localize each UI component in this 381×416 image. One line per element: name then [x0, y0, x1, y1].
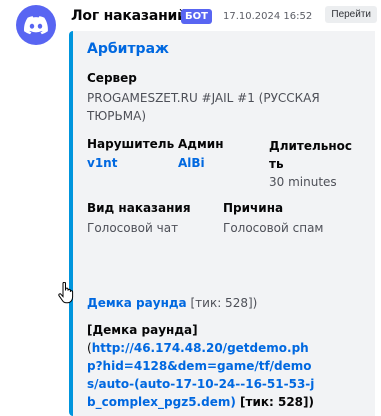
field-server: Сервер PROGAMESZET.RU #JAIL #1 (РУССКАЯ …	[87, 71, 327, 125]
field-duration-value: 30 minutes	[269, 175, 337, 189]
desc-demo-title: [Демка раунда]	[87, 323, 198, 337]
bot-badge: БОТ	[181, 9, 212, 24]
field-reason: Причина Голосовой спам	[223, 201, 353, 237]
hand-pointer-icon	[58, 282, 74, 304]
field-duration: Длительнос ть 30 minutes	[269, 137, 359, 191]
embed-title[interactable]: Арбитраж	[87, 41, 169, 57]
field-violator: Нарушитель v1nt	[87, 137, 175, 172]
field-admin-name: Админ	[178, 137, 224, 151]
field-reason-name: Причина	[223, 201, 284, 215]
field-violator-name: Нарушитель	[87, 137, 175, 151]
field-admin: Админ AlBi	[178, 137, 264, 172]
field-server-name: Сервер	[87, 71, 137, 85]
field-duration-name: Длительнос ть	[269, 139, 353, 171]
field-server-value: PROGAMESZET.RU #JAIL #1 (РУССКАЯ ТЮРЬМА)	[87, 91, 320, 123]
admin-link[interactable]: AlBi	[178, 154, 264, 172]
field-reason-value: Голосовой спам	[223, 221, 324, 235]
demo-tick: [тик: 528])	[190, 296, 258, 310]
message-header: Лог наказаний БОТ 17.10.2024 16:52 Перей…	[71, 6, 377, 26]
field-punishment-type: Вид наказания Голосовой чат	[87, 201, 217, 237]
field-punishment-type-name: Вид наказания	[87, 201, 191, 215]
desc-tick: [тик: 528])	[235, 395, 314, 409]
violator-link[interactable]: v1nt	[87, 154, 173, 172]
message-timestamp: 17.10.2024 16:52	[223, 11, 313, 22]
demo-title-link[interactable]: Демка раунда	[87, 296, 187, 310]
author-name[interactable]: Лог наказаний	[71, 8, 187, 24]
discord-logo-icon	[24, 15, 48, 34]
demo-line: Демка раунда [тик: 528])	[87, 296, 257, 310]
goto-button[interactable]: Перейти	[325, 6, 377, 23]
embed-description: [Демка раунда] (http://46.174.48.20/getd…	[87, 321, 317, 411]
field-punishment-type-value: Голосовой чат	[87, 221, 179, 235]
bot-avatar[interactable]	[16, 5, 56, 45]
embed-card: Арбитраж Сервер PROGAMESZET.RU #JAIL #1 …	[69, 31, 375, 416]
